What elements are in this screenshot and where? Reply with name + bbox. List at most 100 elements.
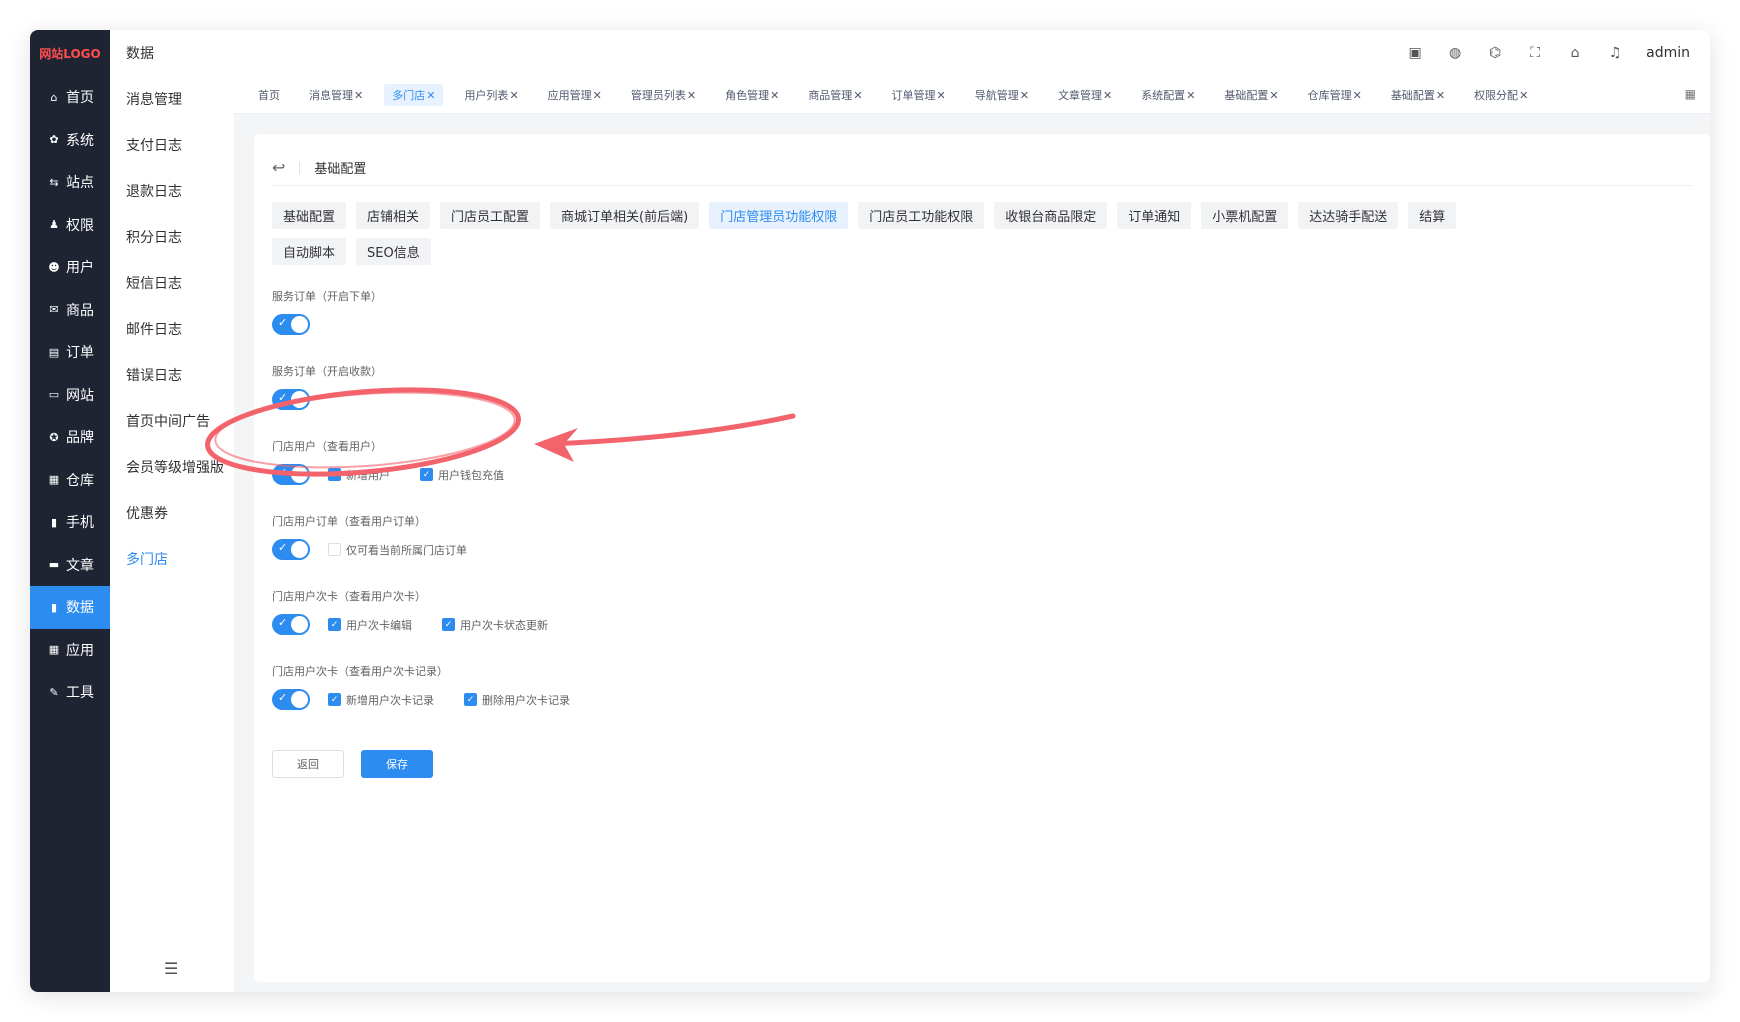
page-tab[interactable]: 应用管理✕ xyxy=(540,84,610,106)
close-tab-icon[interactable]: ✕ xyxy=(1020,89,1029,102)
nav1-item[interactable]: ✎ 工具 xyxy=(30,671,110,714)
theme-palette-icon[interactable]: ◍ xyxy=(1446,45,1464,61)
nav1-item[interactable]: ⌂ 首页 xyxy=(30,76,110,119)
fullscreen-icon[interactable]: ⛶ xyxy=(1526,45,1544,61)
plugin-icon[interactable]: ⌬ xyxy=(1486,45,1504,61)
nav2-item[interactable]: 会员等级增强版 xyxy=(110,444,234,490)
config-subtab[interactable]: 门店员工功能权限 xyxy=(858,202,985,229)
nav2-item[interactable]: 积分日志 xyxy=(110,214,234,260)
nav1-item[interactable]: ▦ 仓库 xyxy=(30,459,110,502)
close-tab-icon[interactable]: ✕ xyxy=(1519,89,1528,102)
page-tab[interactable]: 商品管理✕ xyxy=(800,84,870,106)
config-subtab[interactable]: 商城订单相关(前后端) xyxy=(550,202,700,229)
close-tab-icon[interactable]: ✕ xyxy=(1186,89,1195,102)
home-icon[interactable]: ⌂ xyxy=(1566,45,1584,61)
close-tab-icon[interactable]: ✕ xyxy=(687,89,696,102)
nav1-item[interactable]: ▮ 数据 xyxy=(30,586,110,629)
nav2-item[interactable]: 消息管理 xyxy=(110,76,234,122)
config-subtab[interactable]: 自动脚本 xyxy=(272,238,347,265)
config-subtab[interactable]: 小票机配置 xyxy=(1201,202,1289,229)
page-tab[interactable]: 消息管理✕ xyxy=(301,84,371,106)
toggle-switch[interactable]: ✓ xyxy=(272,689,310,710)
nav2-item[interactable]: 首页中间广告 xyxy=(110,398,234,444)
close-tab-icon[interactable]: ✕ xyxy=(937,89,946,102)
nav2-item[interactable]: 退款日志 xyxy=(110,168,234,214)
permission-checkbox[interactable]: ✓ 新增用户 xyxy=(328,467,390,483)
toggle-switch[interactable]: ✓ xyxy=(272,389,310,410)
page-tab[interactable]: 基础配置✕ xyxy=(1216,84,1286,106)
nav1-item[interactable]: ☻ 用户 xyxy=(30,246,110,289)
permission-checkbox[interactable]: ✓ 用户次卡编辑 xyxy=(328,617,412,633)
close-tab-icon[interactable]: ✕ xyxy=(1436,89,1445,102)
close-tab-icon[interactable]: ✕ xyxy=(1269,89,1278,102)
nav2-item[interactable]: 邮件日志 xyxy=(110,306,234,352)
config-subtab[interactable]: 订单通知 xyxy=(1117,202,1192,229)
nav2-item[interactable]: 多门店 xyxy=(110,536,234,582)
nav1-item[interactable]: ▤ 订单 xyxy=(30,331,110,374)
close-tab-icon[interactable]: ✕ xyxy=(770,89,779,102)
permission-checkbox[interactable]: ✓ 新增用户次卡记录 xyxy=(328,692,434,708)
nav2-item[interactable]: 支付日志 xyxy=(110,122,234,168)
close-tab-icon[interactable]: ✕ xyxy=(426,89,435,102)
page-tab[interactable]: 基础配置✕ xyxy=(1383,84,1453,106)
config-subtab[interactable]: 门店管理员功能权限 xyxy=(709,202,849,229)
checkbox-label: 删除用户次卡记录 xyxy=(482,693,570,707)
toggle-switch[interactable]: ✓ xyxy=(272,314,310,335)
page-tab[interactable]: 用户列表✕ xyxy=(456,84,526,106)
toggle-switch[interactable]: ✓ xyxy=(272,614,310,635)
nav2-item[interactable]: 错误日志 xyxy=(110,352,234,398)
page-tab[interactable]: 导航管理✕ xyxy=(967,84,1037,106)
nav1-item[interactable]: ♟ 权限 xyxy=(30,204,110,247)
nav1-item[interactable]: ✪ 品牌 xyxy=(30,416,110,459)
page-tab[interactable]: 多门店✕ xyxy=(384,83,444,106)
close-tab-icon[interactable]: ✕ xyxy=(509,89,518,102)
collapse-menu-icon[interactable]: ☰ xyxy=(164,959,178,978)
config-subtab[interactable]: 基础配置 xyxy=(272,202,347,229)
permission-checkbox[interactable]: ✓ 删除用户次卡记录 xyxy=(464,692,570,708)
user-menu[interactable]: admin xyxy=(1646,45,1690,61)
check-icon: ✓ xyxy=(278,541,288,554)
config-subtab[interactable]: SEO信息 xyxy=(356,238,431,265)
site-logo: 网站LOGO xyxy=(39,46,101,61)
page-tab[interactable]: 权限分配✕ xyxy=(1466,84,1536,106)
tabs-menu-icon[interactable]: ▦ xyxy=(1685,87,1696,101)
toggle-switch[interactable]: ✓ xyxy=(272,464,310,485)
config-subtab[interactable]: 收银台商品限定 xyxy=(994,202,1108,229)
back-arrow-icon[interactable]: ↩ xyxy=(272,158,285,177)
nav1-item[interactable]: ⇆ 站点 xyxy=(30,161,110,204)
nav1-item[interactable]: ▬ 文章 xyxy=(30,544,110,587)
toggle-switch[interactable]: ✓ xyxy=(272,539,310,560)
permission-checkbox[interactable]: 仅可看当前所属门店订单 xyxy=(328,542,467,558)
page-tab[interactable]: 仓库管理✕ xyxy=(1300,84,1370,106)
page-tab[interactable]: 管理员列表✕ xyxy=(623,84,704,106)
config-subtab[interactable]: 店铺相关 xyxy=(356,202,431,229)
nav1-item[interactable]: ▭ 网站 xyxy=(30,374,110,417)
nav1-item[interactable]: ✿ 系统 xyxy=(30,119,110,162)
page-tab[interactable]: 系统配置✕ xyxy=(1133,84,1203,106)
config-subtab[interactable]: 达达骑手配送 xyxy=(1298,202,1399,229)
close-tab-icon[interactable]: ✕ xyxy=(354,89,363,102)
config-subtab[interactable]: 结算 xyxy=(1408,202,1457,229)
close-tab-icon[interactable]: ✕ xyxy=(1353,89,1362,102)
close-tab-icon[interactable]: ✕ xyxy=(1103,89,1112,102)
permission-checkbox[interactable]: ✓ 用户钱包充值 xyxy=(420,467,504,483)
close-tab-icon[interactable]: ✕ xyxy=(593,89,602,102)
bell-icon[interactable]: ♫ xyxy=(1606,45,1624,61)
permission-checkbox[interactable]: ✓ 用户次卡状态更新 xyxy=(442,617,548,633)
translate-icon[interactable]: ▣ xyxy=(1406,45,1424,61)
close-tab-icon[interactable]: ✕ xyxy=(853,89,862,102)
config-subtab[interactable]: 门店员工配置 xyxy=(440,202,541,229)
secondary-sidebar: 数据 消息管理 支付日志 退款日志 积分日志 短信日志 邮件日志 错误日志 首页中间广告 会员等… xyxy=(110,30,234,992)
page-tab[interactable]: 文章管理✕ xyxy=(1050,84,1120,106)
nav2-item[interactable]: 优惠券 xyxy=(110,490,234,536)
save-button[interactable]: 保存 xyxy=(361,750,433,778)
page-tab[interactable]: 首页 xyxy=(250,84,288,106)
checkbox-checked-icon: ✓ xyxy=(442,618,455,631)
nav1-item[interactable]: ✉ 商品 xyxy=(30,289,110,332)
page-tab[interactable]: 角色管理✕ xyxy=(717,84,787,106)
page-tab[interactable]: 订单管理✕ xyxy=(884,84,954,106)
nav1-item[interactable]: ▮ 手机 xyxy=(30,501,110,544)
nav1-item[interactable]: ▦ 应用 xyxy=(30,629,110,672)
nav2-item[interactable]: 短信日志 xyxy=(110,260,234,306)
back-button[interactable]: 返回 xyxy=(272,750,344,778)
